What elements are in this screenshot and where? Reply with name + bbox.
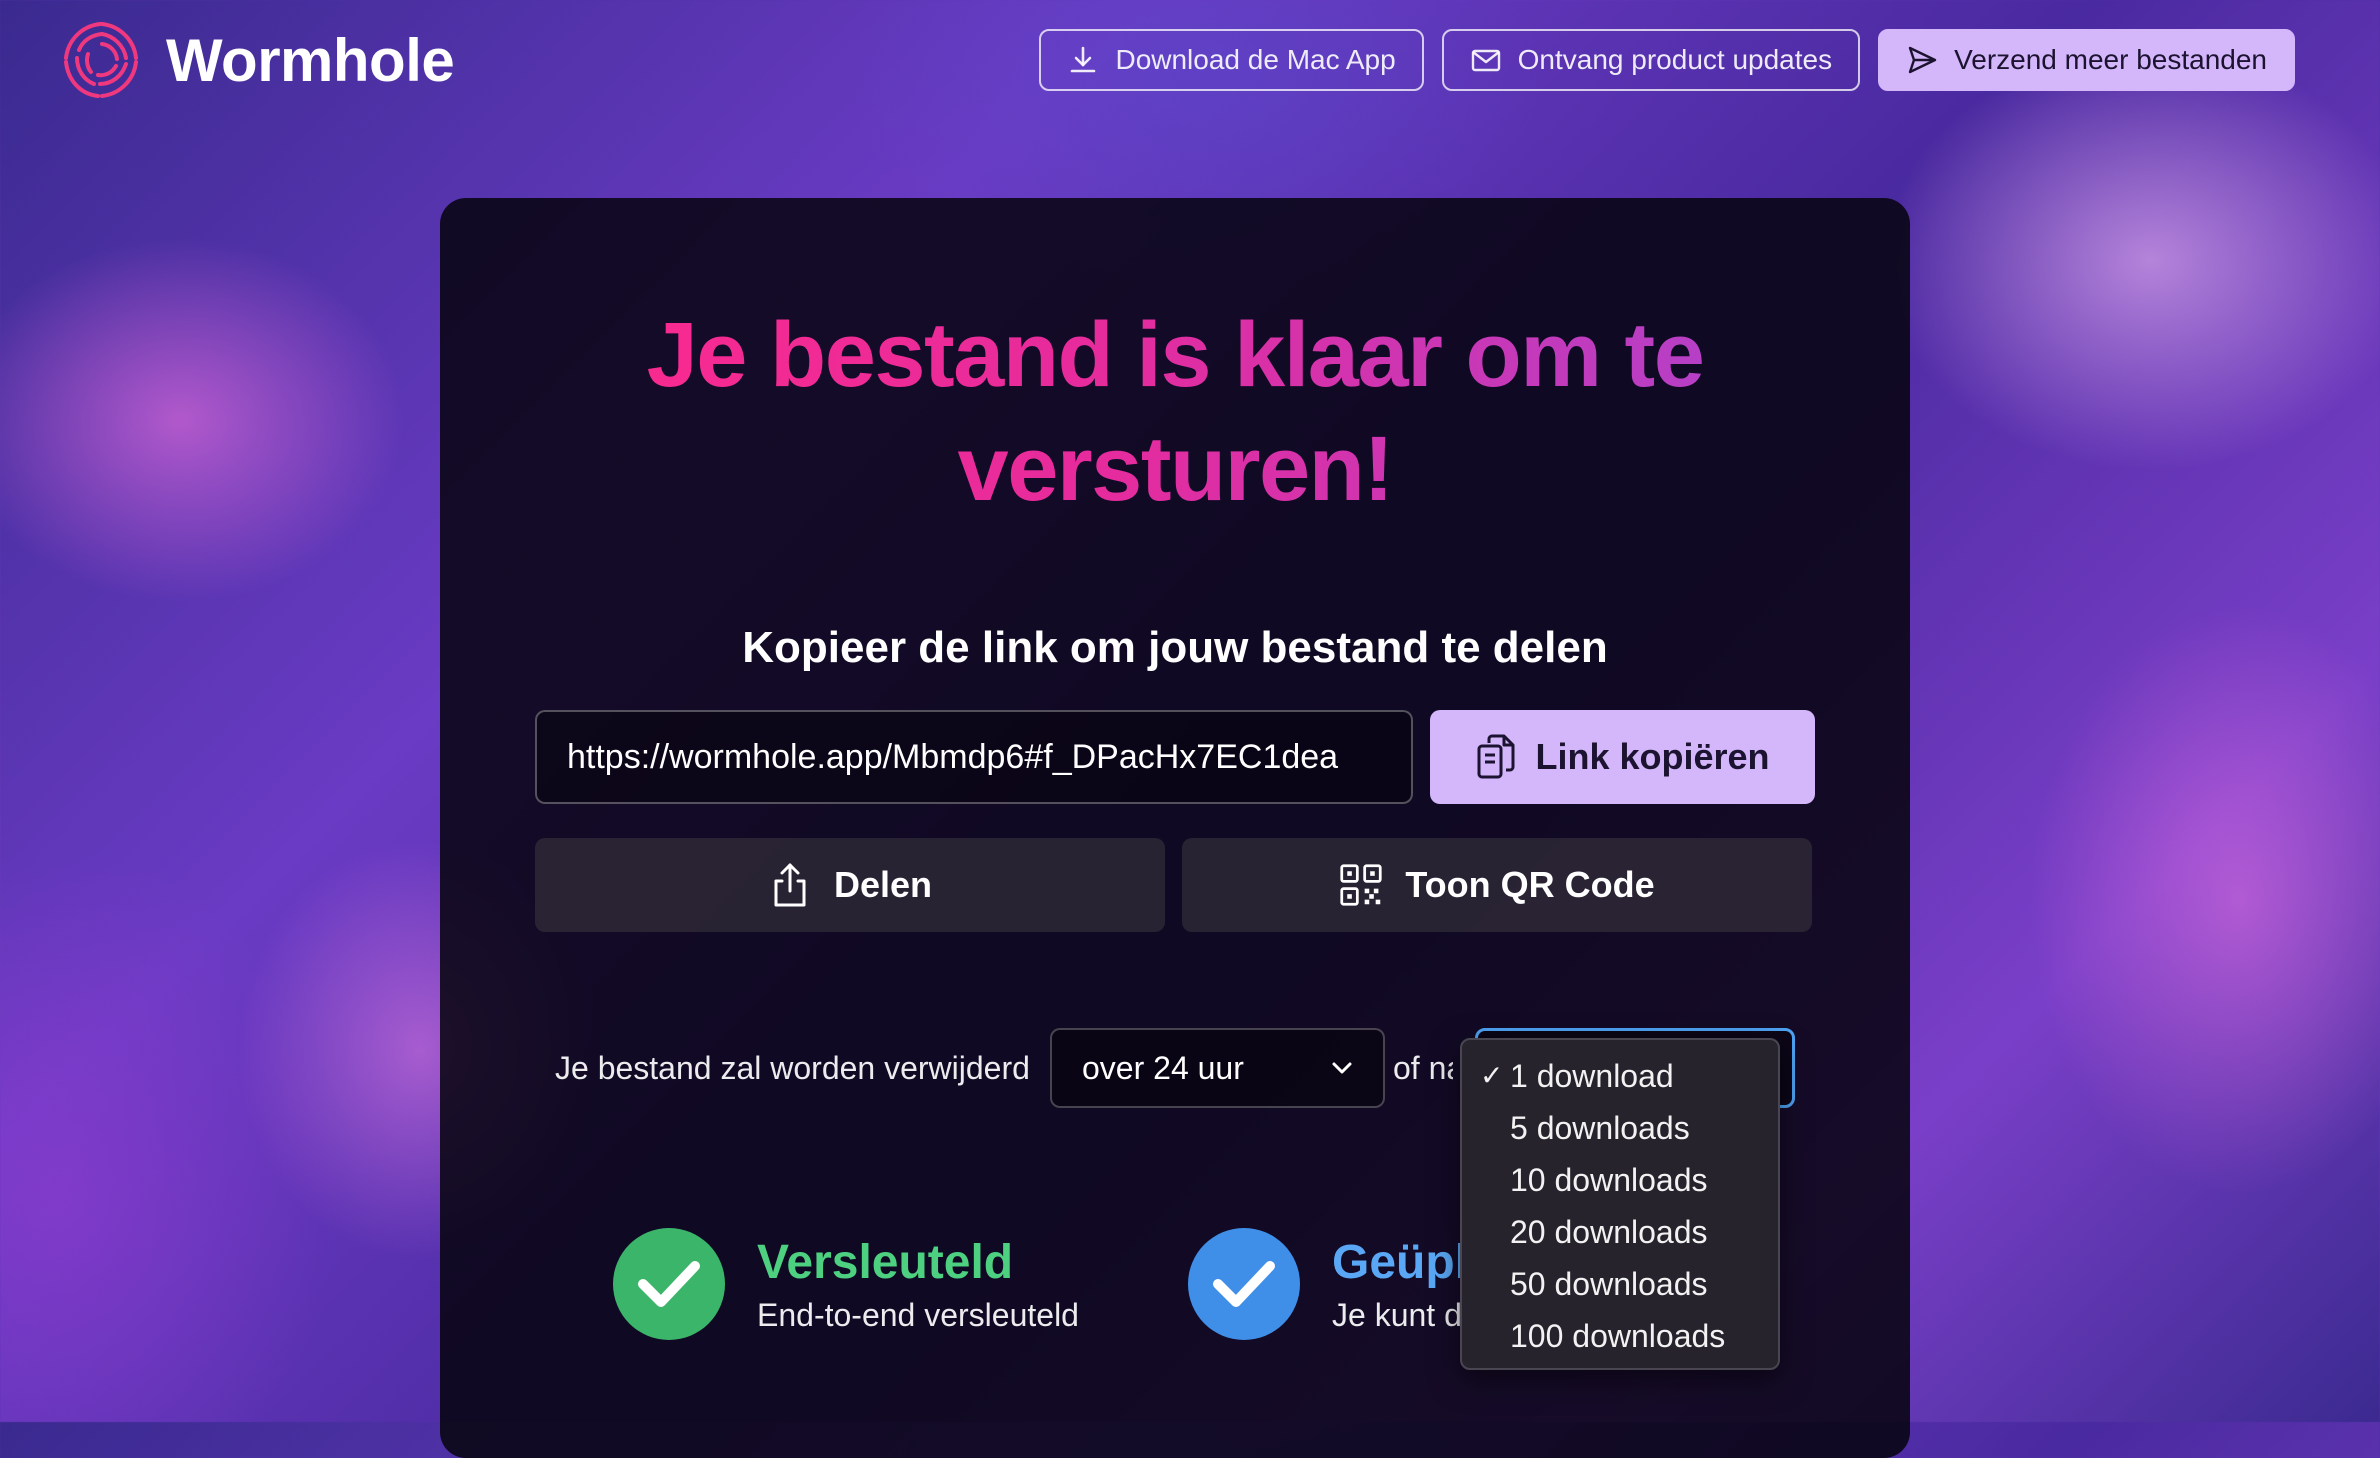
share-label: Delen bbox=[833, 864, 933, 905]
feature-encrypted-desc: End-to-end versleuteld bbox=[757, 1296, 1079, 1333]
share-button[interactable]: Delen bbox=[535, 838, 1165, 932]
send-more-files-label: Verzend meer bestanden bbox=[1954, 44, 2267, 75]
download-count-dropdown: ✓ 1 download 5 downloads 10 downloads 20 … bbox=[1460, 1038, 1780, 1370]
copy-link-button[interactable]: Link kopiëren bbox=[1430, 710, 1815, 804]
expiry-time-select[interactable]: over 24 uur bbox=[1050, 1028, 1385, 1108]
page-title: Je bestand is klaar om te versturen! bbox=[440, 298, 1910, 526]
share-link-input[interactable]: https://wormhole.app/Mbmdp6#f_DPacHx7EC1… bbox=[535, 710, 1413, 804]
share-icon bbox=[774, 863, 806, 907]
share-subtitle: Kopieer de link om jouw bestand te delen bbox=[742, 623, 1608, 672]
expiry-time-value: over 24 uur bbox=[1082, 1049, 1244, 1086]
download-mac-app-button[interactable]: Download de Mac App bbox=[1039, 29, 1424, 91]
checkmark-icon bbox=[613, 1228, 725, 1340]
show-qr-code-label: Toon QR Code bbox=[1405, 864, 1655, 905]
wormhole-logo-icon bbox=[64, 22, 138, 98]
feature-encrypted: Versleuteld End-to-end versleuteld bbox=[613, 1228, 1079, 1340]
download-icon bbox=[1071, 46, 1096, 73]
expiry-label: Je bestand zal worden verwijderd bbox=[555, 1050, 1030, 1086]
top-bar: Wormhole Download de Mac App Ontvang pro… bbox=[0, 0, 2380, 130]
send-more-files-button[interactable]: Verzend meer bestanden bbox=[1878, 29, 2295, 91]
dropdown-option[interactable]: 5 downloads bbox=[1462, 1102, 1778, 1154]
logo[interactable]: Wormhole bbox=[60, 18, 455, 102]
copy-link-label: Link kopiëren bbox=[1535, 736, 1770, 777]
checkmark-icon: ✓ bbox=[1480, 1060, 1504, 1091]
dropdown-option[interactable]: 10 downloads bbox=[1462, 1154, 1778, 1206]
show-qr-code-button[interactable]: Toon QR Code bbox=[1182, 838, 1812, 932]
product-updates-button[interactable]: Ontvang product updates bbox=[1441, 29, 1861, 91]
mail-icon bbox=[1471, 49, 1500, 72]
chevron-down-icon bbox=[1332, 1062, 1352, 1074]
send-icon bbox=[1908, 46, 1937, 74]
dropdown-option[interactable]: ✓ 1 download bbox=[1462, 1050, 1778, 1102]
copy-icon bbox=[1477, 734, 1515, 779]
top-nav: Download de Mac App Ontvang product upda… bbox=[1039, 29, 2295, 91]
or-after-label: of na bbox=[1393, 1050, 1453, 1086]
qr-code-icon bbox=[1340, 864, 1382, 906]
feature-encrypted-title: Versleuteld bbox=[757, 1235, 1014, 1289]
checkmark-icon bbox=[1188, 1228, 1300, 1340]
dropdown-option[interactable]: 20 downloads bbox=[1462, 1206, 1778, 1258]
dropdown-option[interactable]: 100 downloads bbox=[1462, 1310, 1778, 1362]
product-updates-label: Ontvang product updates bbox=[1517, 44, 1833, 75]
feature-uploaded-title: Geüpl bbox=[1332, 1235, 1469, 1289]
dropdown-option[interactable]: 50 downloads bbox=[1462, 1258, 1778, 1310]
feature-uploaded-desc: Je kunt d bbox=[1332, 1296, 1462, 1333]
download-mac-app-label: Download de Mac App bbox=[1115, 44, 1396, 75]
app-name: Wormhole bbox=[166, 26, 455, 94]
